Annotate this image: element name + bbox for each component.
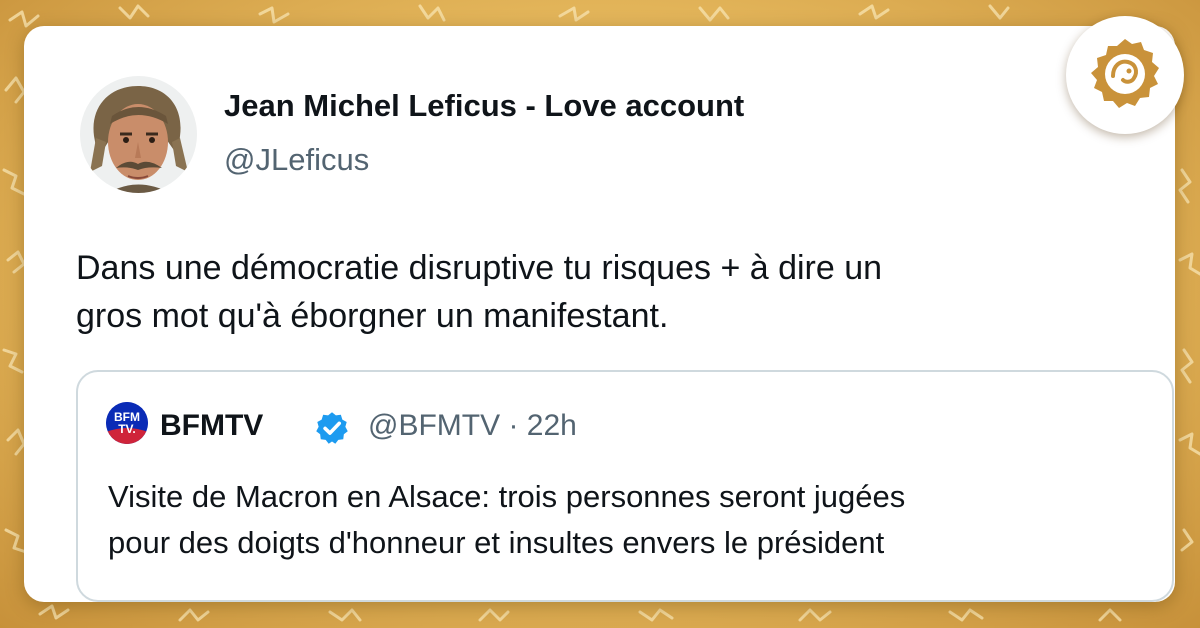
tweet-card: Jean Michel Leficus - Love account @JLef… (24, 26, 1175, 602)
tweet-text-line: gros mot qu'à éborgner un manifestant. (76, 297, 669, 335)
avatar-portrait-icon (80, 76, 197, 193)
author-display-name[interactable]: Jean Michel Leficus - Love account (224, 88, 744, 124)
bfmtv-logo-bottom: TV. (118, 422, 136, 436)
bfmtv-logo-icon: BFM TV. (106, 402, 148, 444)
quoted-text: Visite de Macron en Alsace: trois person… (108, 474, 1158, 566)
quoted-text-line: Visite de Macron en Alsace: trois person… (108, 479, 906, 514)
tweet-text-line: Dans une démocratie disruptive tu risque… (76, 249, 883, 287)
quoted-text-line: pour des doigts d'honneur et insultes en… (108, 525, 885, 560)
bfmtv-logo-avatar[interactable]: BFM TV. (106, 402, 148, 444)
verified-badge-icon (314, 410, 350, 446)
quoted-handle-time[interactable]: @BFMTV · 22h (368, 409, 577, 443)
author-handle[interactable]: @JLeficus (224, 142, 369, 178)
quoted-tweet[interactable]: BFM TV. BFMTV @BFMTV · 22h Visite de Mac… (76, 370, 1174, 602)
brand-logo-icon (1091, 39, 1159, 108)
tweet-text: Dans une démocratie disruptive tu risque… (76, 244, 1166, 340)
quoted-display-name[interactable]: BFMTV (160, 409, 263, 443)
author-avatar[interactable] (80, 76, 197, 193)
brand-badge (1066, 16, 1184, 134)
